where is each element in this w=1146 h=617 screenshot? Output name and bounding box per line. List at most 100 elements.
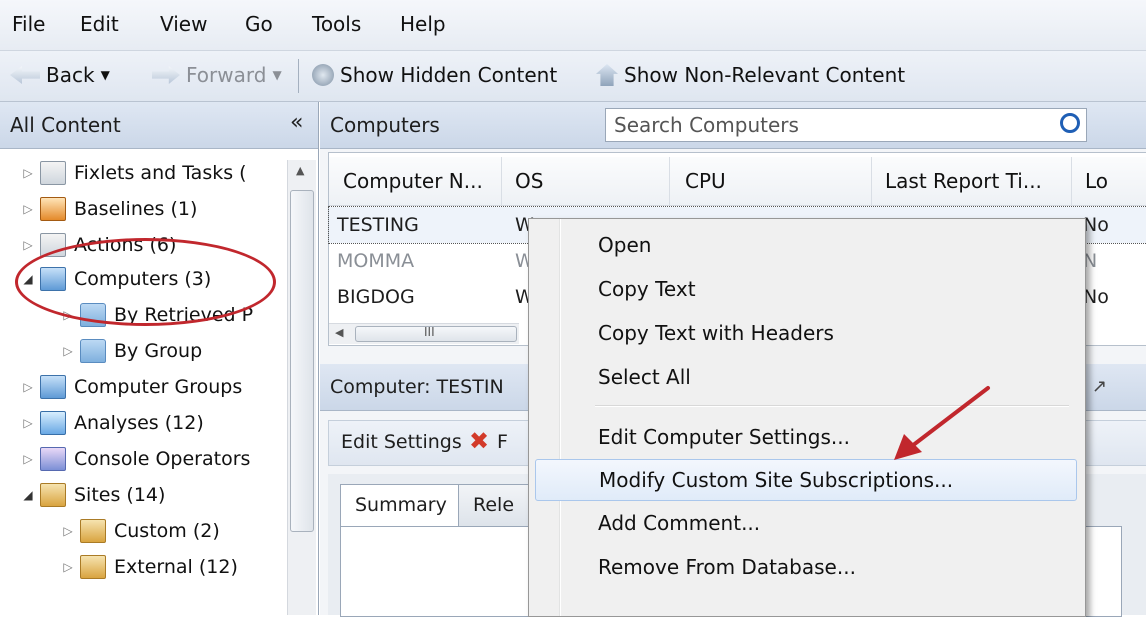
forward-arrow-icon bbox=[152, 66, 180, 84]
tree-item-by-group[interactable]: ▷ By Group bbox=[60, 334, 202, 368]
menu-item-label: Copy Text bbox=[598, 277, 696, 301]
collapse-icon[interactable]: ◢ bbox=[20, 488, 36, 502]
show-non-relevant-label: Show Non-Relevant Content bbox=[624, 63, 906, 87]
tree-item-label: Computer Groups bbox=[74, 376, 243, 398]
edit-settings-button[interactable]: Edit Settings bbox=[341, 431, 462, 453]
tree-item-label: Console Operators bbox=[74, 448, 251, 470]
menu-item-label: Select All bbox=[598, 365, 691, 389]
menu-edit[interactable]: Edit bbox=[80, 12, 119, 36]
expand-icon[interactable]: ▷ bbox=[20, 416, 36, 430]
analysis-icon bbox=[40, 411, 66, 435]
scroll-up-icon[interactable]: ▲ bbox=[296, 164, 304, 177]
menu-item-copy-text[interactable]: Copy Text bbox=[535, 269, 1075, 309]
forward-label: Forward bbox=[186, 63, 267, 87]
tree-item-label: Baselines (1) bbox=[74, 198, 198, 220]
scrollbar-grip: III bbox=[424, 325, 435, 339]
tree-item-sites[interactable]: ◢ Sites (14) bbox=[20, 478, 165, 512]
menu-bar: File Edit View Go Tools Help bbox=[0, 0, 1146, 51]
show-non-relevant-button[interactable]: Show Non-Relevant Content bbox=[596, 63, 905, 87]
non-relevant-icon bbox=[596, 64, 618, 86]
computer-group-icon bbox=[40, 375, 66, 399]
menu-view[interactable]: View bbox=[160, 12, 207, 36]
expand-icon[interactable]: ▷ bbox=[20, 238, 36, 252]
tree-item-computer-groups[interactable]: ▷ Computer Groups bbox=[20, 370, 242, 404]
expand-icon[interactable]: ▷ bbox=[20, 380, 36, 394]
cell-locked: No bbox=[1083, 286, 1109, 308]
site-icon bbox=[80, 519, 106, 543]
search-icon[interactable] bbox=[1060, 113, 1080, 133]
site-icon bbox=[40, 483, 66, 507]
tree-scrollbar[interactable]: ▲ bbox=[287, 160, 316, 615]
column-last-report-time[interactable]: Last Report Ti... bbox=[885, 169, 1042, 193]
scrollbar-thumb[interactable]: III bbox=[355, 325, 517, 342]
remove-icon[interactable]: ✖ bbox=[469, 427, 489, 455]
tree-item-label: Sites (14) bbox=[74, 484, 166, 506]
tree-item-external-sites[interactable]: ▷ External (12) bbox=[60, 550, 238, 584]
tab-summary[interactable]: Summary bbox=[340, 484, 462, 527]
scrollbar-thumb[interactable] bbox=[290, 190, 314, 532]
menu-file[interactable]: File bbox=[12, 12, 45, 36]
expand-icon[interactable]: ▷ bbox=[20, 202, 36, 216]
all-content-title: All Content bbox=[10, 113, 121, 137]
tree-item-console-operators[interactable]: ▷ Console Operators bbox=[20, 442, 250, 476]
menu-item-remove-from-database[interactable]: Remove From Database... bbox=[535, 547, 1075, 587]
tree-item-custom-sites[interactable]: ▷ Custom (2) bbox=[60, 514, 220, 548]
column-cpu[interactable]: CPU bbox=[685, 169, 726, 193]
collapse-panel-icon[interactable]: « bbox=[290, 110, 303, 135]
tab-relevant[interactable]: Rele bbox=[458, 484, 530, 527]
menu-item-copy-text-with-headers[interactable]: Copy Text with Headers bbox=[535, 313, 1075, 353]
remove-button-label[interactable]: F bbox=[497, 431, 508, 453]
menu-item-label: Edit Computer Settings... bbox=[598, 425, 850, 449]
computers-title: Computers bbox=[330, 113, 440, 137]
menu-tools[interactable]: Tools bbox=[312, 12, 361, 36]
tree-item-label: By Group bbox=[114, 340, 203, 362]
computers-header: Computers Search Computers bbox=[320, 102, 1146, 149]
grid-header: Computer N... OS CPU Last Report Ti... L… bbox=[329, 157, 1146, 206]
all-content-panel: All Content « ▷ Fixlets and Tasks ( ▷ Base… bbox=[0, 102, 319, 615]
all-content-header: All Content « bbox=[0, 102, 318, 149]
show-hidden-label: Show Hidden Content bbox=[340, 63, 558, 87]
menu-item-label: Remove From Database... bbox=[598, 555, 856, 579]
context-menu: Open Copy Text Copy Text with Headers Se… bbox=[528, 218, 1086, 617]
column-os[interactable]: OS bbox=[515, 169, 543, 193]
expand-icon[interactable]: ▷ bbox=[60, 560, 76, 574]
folder-icon bbox=[80, 339, 106, 363]
search-placeholder: Search Computers bbox=[614, 113, 799, 137]
tree-item-label: Custom (2) bbox=[114, 520, 220, 542]
tree-item-label: Analyses (12) bbox=[74, 412, 204, 434]
menu-go[interactable]: Go bbox=[245, 12, 273, 36]
back-button[interactable]: Back ▼ bbox=[10, 63, 110, 87]
expand-icon[interactable]: ▷ bbox=[60, 344, 76, 358]
menu-item-label: Modify Custom Site Subscriptions... bbox=[599, 468, 954, 492]
tree-item-fixlets[interactable]: ▷ Fixlets and Tasks ( bbox=[20, 156, 247, 190]
expand-icon[interactable]: ▷ bbox=[20, 166, 36, 180]
column-locked[interactable]: Lo bbox=[1085, 169, 1108, 193]
tab-relevant-label: Rele bbox=[473, 494, 515, 516]
site-icon bbox=[80, 555, 106, 579]
expand-icon[interactable]: ▷ bbox=[20, 452, 36, 466]
menu-item-label: Add Comment... bbox=[598, 511, 761, 535]
tree-item-analyses[interactable]: ▷ Analyses (12) bbox=[20, 406, 204, 440]
menu-item-add-comment[interactable]: Add Comment... bbox=[535, 503, 1075, 543]
back-arrow-icon bbox=[10, 66, 40, 84]
expand-icon[interactable]: ▷ bbox=[60, 524, 76, 538]
baseline-icon bbox=[40, 197, 66, 221]
chevron-down-icon: ▼ bbox=[272, 68, 282, 82]
show-hidden-content-button[interactable]: Show Hidden Content bbox=[312, 63, 557, 87]
toolbar: Back ▼ Forward ▼ Show Hidden Content Sho… bbox=[0, 51, 1146, 102]
cell-computer-name: BIGDOG bbox=[337, 286, 415, 308]
cell-computer-name: TESTING bbox=[337, 214, 419, 236]
popout-icon[interactable]: ↗ bbox=[1092, 376, 1107, 397]
menu-item-open[interactable]: Open bbox=[535, 225, 1075, 265]
forward-button[interactable]: Forward ▼ bbox=[152, 63, 282, 87]
chevron-down-icon: ▼ bbox=[100, 68, 110, 82]
menu-help[interactable]: Help bbox=[400, 12, 446, 36]
scroll-left-icon[interactable]: ◀ bbox=[335, 326, 343, 339]
column-computer-name[interactable]: Computer N... bbox=[343, 169, 483, 193]
search-computers-input[interactable]: Search Computers bbox=[605, 108, 1087, 142]
grid-horizontal-scrollbar[interactable]: ◀ III bbox=[329, 323, 519, 344]
annotation-arrow bbox=[894, 386, 990, 460]
tree-item-baselines[interactable]: ▷ Baselines (1) bbox=[20, 192, 197, 226]
menu-item-label: Open bbox=[598, 233, 652, 257]
cell-locked: No bbox=[1083, 214, 1109, 236]
